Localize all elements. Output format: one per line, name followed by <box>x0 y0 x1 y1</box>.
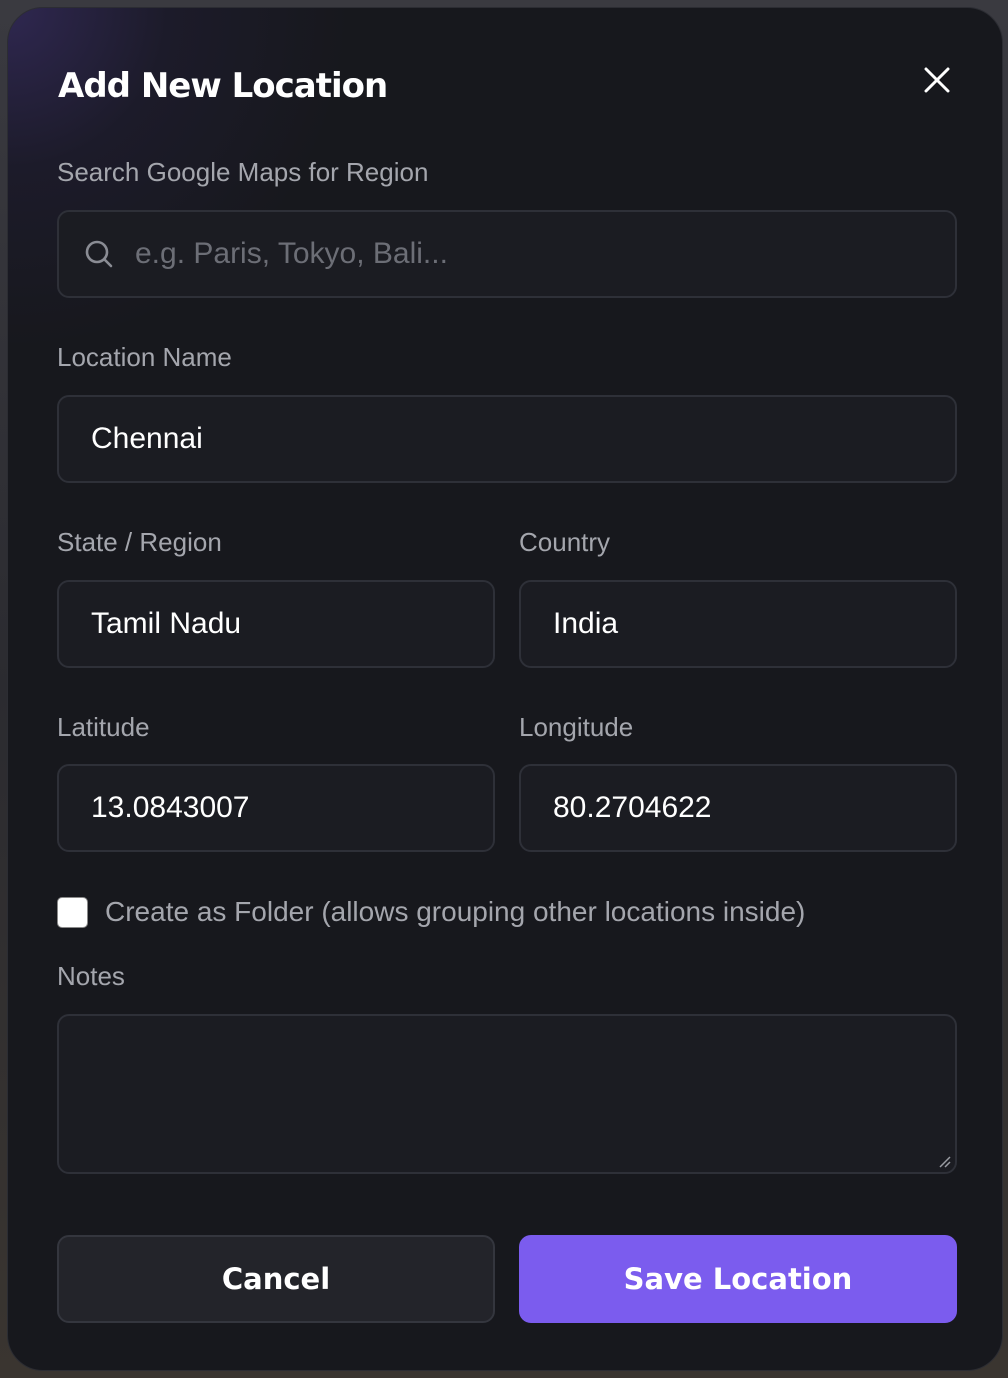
add-location-dialog: Add New Location Search Google Maps for … <box>7 7 1003 1371</box>
country-field-container <box>519 580 957 668</box>
longitude-field-container <box>519 764 957 852</box>
notes-textarea[interactable] <box>59 1016 955 1172</box>
search-field-container <box>57 210 957 298</box>
close-button[interactable] <box>915 58 959 102</box>
latitude-input[interactable] <box>59 766 493 850</box>
country-input[interactable] <box>521 582 955 666</box>
search-label: Search Google Maps for Region <box>57 157 429 187</box>
resize-handle-icon[interactable] <box>937 1154 951 1168</box>
longitude-input[interactable] <box>521 766 955 850</box>
latitude-label: Latitude <box>57 712 150 742</box>
state-region-label: State / Region <box>57 527 222 557</box>
create-folder-checkbox[interactable] <box>57 897 88 928</box>
location-name-field-container <box>57 395 957 483</box>
notes-field-container <box>57 1014 957 1174</box>
cancel-button[interactable]: Cancel <box>57 1235 495 1323</box>
save-location-button[interactable]: Save Location <box>519 1235 957 1323</box>
create-folder-label[interactable]: Create as Folder (allows grouping other … <box>105 895 805 929</box>
country-label: Country <box>519 527 611 557</box>
close-icon <box>924 67 950 93</box>
search-input[interactable] <box>59 212 955 296</box>
dialog-title: Add New Location <box>58 66 388 106</box>
latitude-field-container <box>57 764 495 852</box>
longitude-label: Longitude <box>519 712 634 742</box>
search-icon <box>85 240 113 268</box>
location-name-label: Location Name <box>57 342 232 372</box>
state-region-field-container <box>57 580 495 668</box>
location-name-input[interactable] <box>59 397 955 481</box>
notes-label: Notes <box>57 961 125 991</box>
state-region-input[interactable] <box>59 582 493 666</box>
